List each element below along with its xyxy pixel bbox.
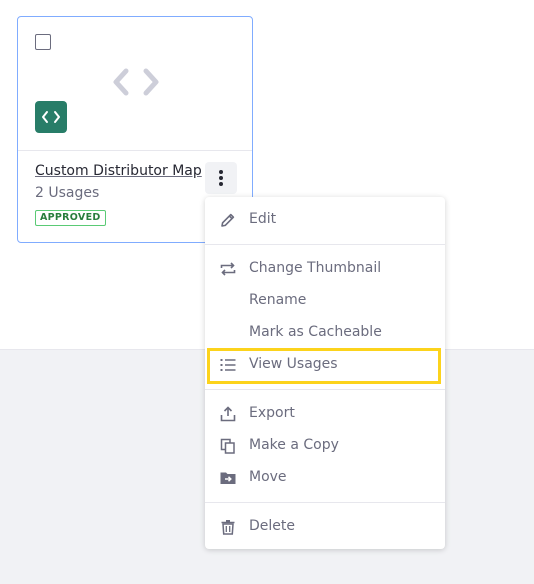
- kebab-dot: [219, 182, 223, 187]
- menu-item-label: Delete: [249, 518, 295, 534]
- copy-icon: [220, 438, 235, 454]
- kebab-dot: [219, 169, 223, 174]
- menu-item-change-thumbnail[interactable]: Change Thumbnail: [205, 253, 445, 285]
- actions-menu-button[interactable]: [205, 162, 237, 194]
- code-icon: [42, 111, 60, 123]
- status-badge: APPROVED: [35, 210, 106, 226]
- card-usages-count: 2 Usages: [35, 185, 100, 201]
- pencil-icon: [221, 213, 235, 227]
- trash-icon: [221, 520, 235, 535]
- menu-item-label: Make a Copy: [249, 437, 339, 453]
- menu-item-move[interactable]: Move: [205, 462, 445, 494]
- menu-item-export[interactable]: Export: [205, 398, 445, 430]
- menu-divider: [205, 502, 445, 503]
- menu-item-mark-as-cacheable[interactable]: Mark as Cacheable: [205, 317, 445, 349]
- highlight-box: [207, 348, 441, 384]
- menu-divider: [205, 389, 445, 390]
- change-icon: [220, 262, 236, 276]
- menu-item-label: Edit: [249, 211, 277, 227]
- code-type-sticker: [35, 101, 67, 133]
- export-icon: [220, 406, 236, 422]
- kebab-dot: [219, 176, 223, 180]
- menu-item-edit[interactable]: Edit: [205, 204, 445, 236]
- menu-item-label: Mark as Cacheable: [249, 324, 382, 340]
- card-select-checkbox[interactable]: [35, 34, 51, 50]
- move-folder-icon: [220, 472, 236, 484]
- menu-divider: [205, 244, 445, 245]
- card-title-link[interactable]: Custom Distributor Map: [35, 163, 202, 179]
- menu-item-label: Move: [249, 469, 287, 485]
- actions-dropdown-menu: Edit Change Thumbnail Rename Mark as Cac…: [205, 197, 445, 549]
- menu-item-delete[interactable]: Delete: [205, 511, 445, 543]
- card-thumbnail[interactable]: [18, 17, 252, 151]
- menu-item-label: Change Thumbnail: [249, 260, 382, 276]
- menu-item-rename[interactable]: Rename: [205, 285, 445, 317]
- menu-item-make-a-copy[interactable]: Make a Copy: [205, 430, 445, 462]
- code-thumbnail-icon: [113, 68, 159, 96]
- menu-item-label: Rename: [249, 292, 307, 308]
- menu-item-label: Export: [249, 405, 295, 421]
